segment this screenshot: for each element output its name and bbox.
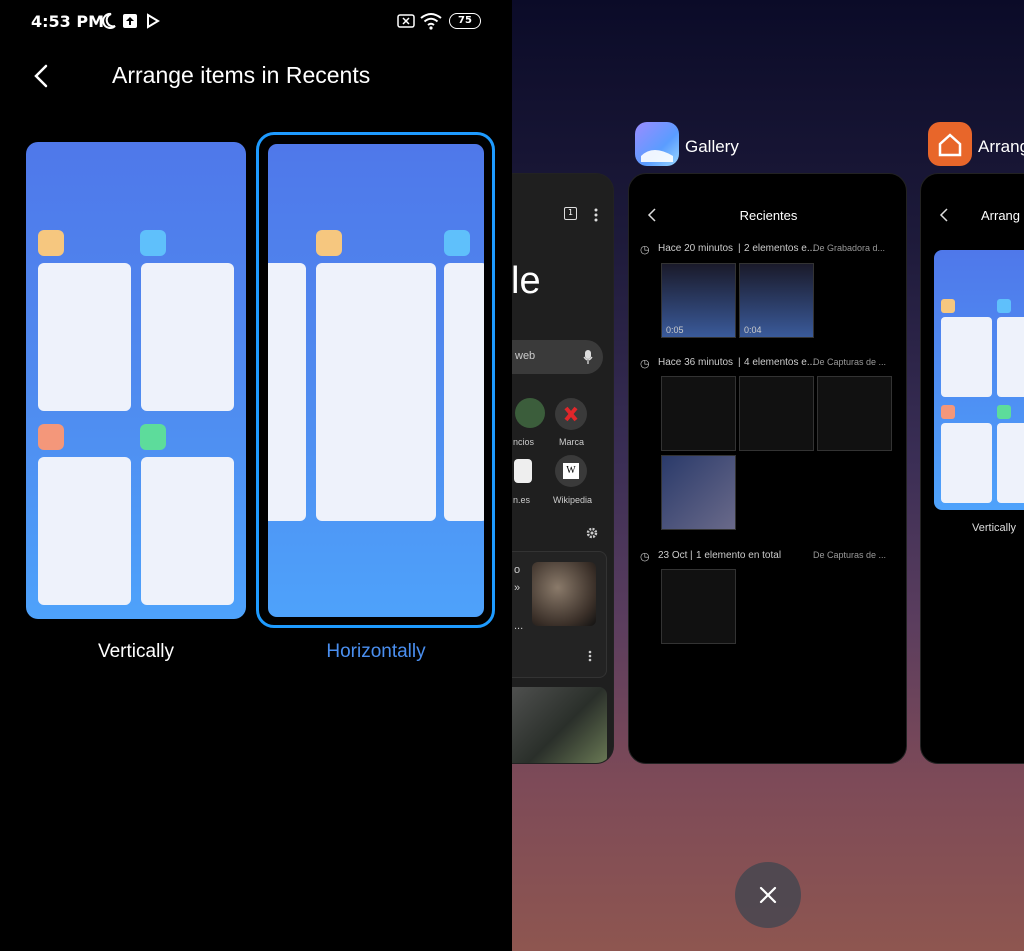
group-count: 4 elementos e... xyxy=(744,357,816,368)
gallery-thumbnail[interactable] xyxy=(739,376,814,451)
gear-icon[interactable] xyxy=(585,526,599,540)
recent-app-card-settings[interactable]: Arrang Vertically xyxy=(920,173,1024,764)
article-image[interactable] xyxy=(512,687,607,763)
gallery-thumbnail[interactable] xyxy=(817,376,892,451)
group-source: De Grabadora d... xyxy=(813,243,886,253)
back-arrow-icon xyxy=(939,208,948,222)
app-chip xyxy=(316,230,342,256)
group-time: 23 Oct xyxy=(658,550,688,561)
close-icon xyxy=(759,886,777,904)
group-count: 1 elemento en total xyxy=(696,550,782,561)
shortcut-label: Wikipedia xyxy=(553,495,593,505)
recent-card-thumb xyxy=(141,457,234,605)
group-source: De Capturas de ... xyxy=(813,357,887,367)
wifi-icon xyxy=(420,10,442,32)
more-icon[interactable] xyxy=(588,650,592,662)
gallery-thumbnail[interactable]: 0:05 xyxy=(661,263,736,338)
video-duration: 0:05 xyxy=(666,325,684,335)
upload-notification-icon xyxy=(122,10,138,32)
status-time: 4:53 PM xyxy=(31,12,105,31)
group-time: Hace 36 minutos xyxy=(658,357,734,368)
mini-preview xyxy=(934,250,1024,510)
battery-level: 75 xyxy=(449,13,481,29)
recent-app-card-chrome[interactable]: 1 le web ncios Marca W n.es Wikipedia o … xyxy=(512,173,614,764)
back-button[interactable] xyxy=(30,62,56,92)
search-box[interactable]: web xyxy=(512,340,603,374)
gallery-thumbnail[interactable]: 0:04 xyxy=(739,263,814,338)
gallery-app-icon[interactable] xyxy=(635,122,679,166)
google-logo-partial: le xyxy=(512,260,541,302)
marca-shortcut-icon[interactable] xyxy=(555,398,587,430)
settings-home-app-icon[interactable] xyxy=(928,122,972,166)
recents-screen: 1 le web ncios Marca W n.es Wikipedia o … xyxy=(512,0,1024,951)
shortcut-icon[interactable] xyxy=(515,398,545,428)
battery-icon: 75 xyxy=(449,10,481,32)
gallery-title: Recientes xyxy=(739,208,798,223)
vertical-option-preview[interactable] xyxy=(26,142,246,619)
settings-card-title: Arrang xyxy=(981,208,1021,223)
article-text: » xyxy=(514,582,521,594)
back-arrow-icon xyxy=(34,64,48,88)
status-bar: 4:53 PM 75 xyxy=(0,0,512,46)
mic-icon[interactable] xyxy=(583,349,593,365)
vertical-option-label[interactable]: Vertically xyxy=(26,641,246,663)
gallery-thumbnail[interactable] xyxy=(661,569,736,644)
recent-card-thumb xyxy=(268,263,306,521)
shortcut-label: n.es xyxy=(513,495,531,505)
gallery-thumbnail[interactable] xyxy=(661,455,736,530)
tab-count-icon[interactable]: 1 xyxy=(564,207,577,220)
shortcut-label: Marca xyxy=(559,437,585,447)
moon-image xyxy=(532,562,596,626)
gallery-thumbnail[interactable] xyxy=(661,376,736,451)
recent-card-thumb xyxy=(316,263,436,521)
horizontal-option-preview[interactable] xyxy=(265,141,487,620)
group-separator: | xyxy=(738,243,741,254)
group-count: 2 elementos e... xyxy=(744,243,816,254)
recent-card-thumb xyxy=(38,457,131,605)
more-icon[interactable] xyxy=(594,207,598,222)
no-sim-icon xyxy=(397,10,415,32)
video-duration: 0:04 xyxy=(744,325,762,335)
recent-card-thumb xyxy=(38,263,131,411)
article-text: o xyxy=(514,564,521,576)
gallery-app-name: Gallery xyxy=(685,137,739,156)
app-chip xyxy=(140,230,166,256)
page-title: Arrange items in Recents xyxy=(112,62,371,88)
recent-app-card-gallery[interactable]: Recientes ◷ Hace 20 minutos | 2 elemento… xyxy=(628,173,907,764)
clear-all-button[interactable] xyxy=(735,862,801,928)
moon-icon xyxy=(99,10,117,32)
group-separator: | xyxy=(738,357,741,368)
app-chip xyxy=(140,424,166,450)
settings-screen: 4:53 PM 75 Arrange items in Recents Vert… xyxy=(0,0,512,951)
mini-vertical-label: Vertically xyxy=(972,522,1017,534)
shortcut-icon[interactable] xyxy=(514,459,532,483)
clock-icon: ◷ xyxy=(640,551,650,563)
app-chip xyxy=(444,230,470,256)
shortcut-label: ncios xyxy=(513,437,535,447)
horizontal-option-label[interactable]: Horizontally xyxy=(265,641,487,663)
wikipedia-shortcut-icon[interactable]: W xyxy=(555,455,587,487)
recent-card-thumb xyxy=(141,263,234,411)
app-chip xyxy=(38,230,64,256)
recent-card-thumb xyxy=(444,263,484,521)
article-text: ... xyxy=(514,620,524,632)
search-placeholder: web xyxy=(515,350,536,362)
clock-icon: ◷ xyxy=(640,244,650,256)
app-chip xyxy=(38,424,64,450)
settings-app-name: Arrang xyxy=(978,137,1024,156)
article-card[interactable]: o » ... xyxy=(512,551,607,678)
group-separator: | xyxy=(690,550,693,561)
play-store-icon xyxy=(145,10,161,32)
group-source: De Capturas de ... xyxy=(813,550,887,560)
clock-icon: ◷ xyxy=(640,358,650,370)
group-time: Hace 20 minutos xyxy=(658,243,734,254)
